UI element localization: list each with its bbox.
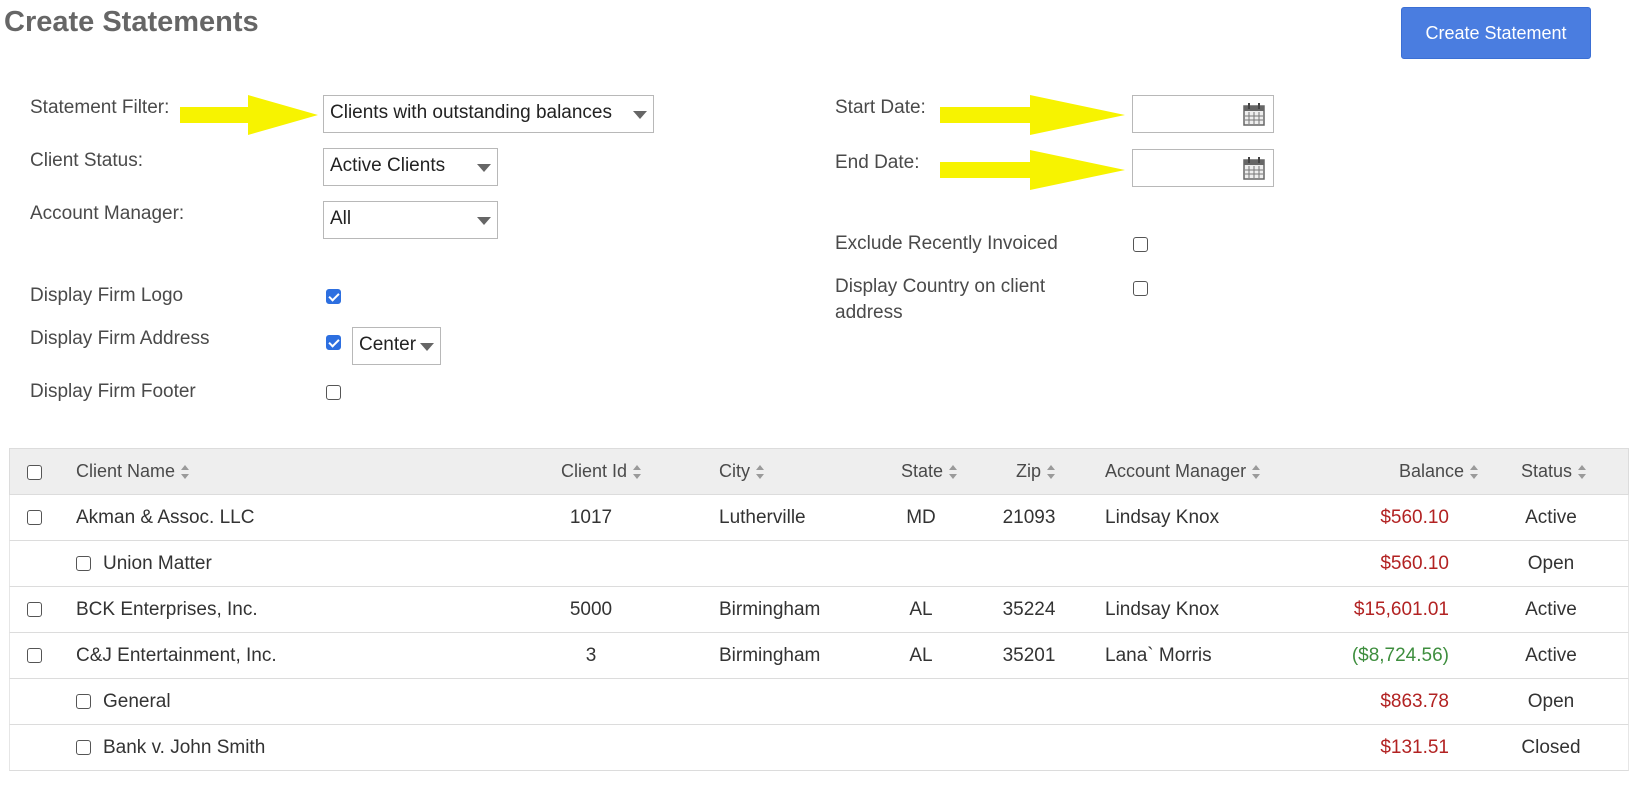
cell-account-manager: Lana` Morris — [1105, 645, 1212, 666]
display-firm-address-checkbox[interactable] — [326, 335, 341, 350]
cell-client-id: 5000 — [569, 599, 613, 620]
firm-address-alignment-select[interactable]: Center — [352, 327, 441, 365]
annotation-arrow — [180, 95, 318, 135]
display-country-checkbox[interactable] — [1133, 281, 1148, 296]
cell-status: Active — [1525, 507, 1577, 528]
annotation-arrow — [940, 150, 1125, 190]
client-status-label: Client Status: — [30, 150, 143, 171]
display-firm-footer-checkbox[interactable] — [326, 385, 341, 400]
display-firm-logo-checkbox[interactable] — [326, 289, 341, 304]
create-statement-button[interactable]: Create Statement — [1401, 7, 1591, 59]
cell-zip: 21093 — [1002, 507, 1056, 528]
sort-icon — [1047, 465, 1056, 480]
cell-state: AL — [909, 645, 933, 666]
cell-zip: 35224 — [1002, 599, 1056, 620]
account-manager-select[interactable]: All — [323, 201, 498, 239]
client-status-value: Active Clients — [330, 155, 446, 176]
row-checkbox[interactable] — [27, 648, 42, 663]
calendar-icon[interactable] — [1243, 156, 1265, 180]
row-checkbox[interactable] — [76, 556, 91, 571]
cell-balance: $863.78 — [1380, 691, 1449, 712]
display-country-label: Display Country on client address — [835, 276, 1046, 323]
cell-balance: $15,601.01 — [1353, 599, 1449, 620]
display-firm-footer-label: Display Firm Footer — [30, 381, 196, 402]
cell-city: Lutherville — [719, 507, 806, 528]
chevron-down-icon — [633, 111, 647, 119]
exclude-recently-invoiced-label: Exclude Recently Invoiced — [835, 233, 1058, 254]
cell-client-id: 1017 — [569, 507, 613, 528]
cell-status: Active — [1525, 599, 1577, 620]
annotation-arrow — [940, 95, 1125, 135]
sort-icon — [756, 465, 765, 480]
table-subrow[interactable]: Bank v. John Smith $131.51 Closed — [9, 725, 1629, 771]
page-title: Create Statements — [4, 6, 259, 38]
cell-client-name: BCK Enterprises, Inc. — [76, 599, 258, 620]
cell-balance: $560.10 — [1380, 507, 1449, 528]
cell-client-name: C&J Entertainment, Inc. — [76, 645, 277, 666]
cell-zip: 35201 — [1002, 645, 1056, 666]
cell-client-name: Union Matter — [103, 553, 212, 574]
sort-icon — [1578, 465, 1587, 480]
row-checkbox[interactable] — [76, 740, 91, 755]
table-row[interactable]: Akman & Assoc. LLC 1017 Lutherville MD 21093… — [9, 495, 1629, 541]
row-checkbox[interactable] — [27, 602, 42, 617]
statement-filter-select[interactable]: Clients with outstanding balances — [323, 95, 654, 133]
chevron-down-icon — [477, 164, 491, 172]
account-manager-label: Account Manager: — [30, 203, 185, 224]
cell-status: Open — [1527, 691, 1575, 712]
col-zip[interactable]: Zip — [1016, 461, 1056, 482]
display-firm-address-label: Display Firm Address — [30, 328, 210, 349]
end-date-input[interactable] — [1132, 149, 1274, 187]
cell-account-manager: Lindsay Knox — [1105, 507, 1220, 528]
statement-filter-value: Clients with outstanding balances — [330, 102, 613, 123]
sort-icon — [949, 465, 958, 480]
col-status[interactable]: Status — [1521, 461, 1587, 482]
col-account-manager[interactable]: Account Manager — [1105, 461, 1261, 482]
sort-icon — [1470, 465, 1479, 480]
table-header: Client Name Client Id City State Zip Acc… — [9, 448, 1629, 495]
cell-account-manager: Lindsay Knox — [1105, 599, 1220, 620]
cell-state: MD — [906, 507, 936, 528]
cell-city: Birmingham — [719, 645, 821, 666]
chevron-down-icon — [477, 217, 491, 225]
cell-status: Open — [1527, 553, 1575, 574]
table-subrow[interactable]: Union Matter $560.10 Open — [9, 541, 1629, 587]
sort-icon — [1252, 465, 1261, 480]
client-status-select[interactable]: Active Clients — [323, 148, 498, 186]
cell-client-name: Bank v. John Smith — [103, 737, 266, 758]
cell-city: Birmingham — [719, 599, 821, 620]
cell-client-id: 3 — [585, 645, 597, 666]
cell-state: AL — [909, 599, 933, 620]
table-subrow[interactable]: General $863.78 Open — [9, 679, 1629, 725]
sort-icon — [633, 465, 642, 480]
select-all-checkbox[interactable] — [27, 465, 42, 480]
calendar-icon[interactable] — [1243, 102, 1265, 126]
col-city[interactable]: City — [719, 461, 765, 482]
cell-status: Active — [1525, 645, 1577, 666]
account-manager-value: All — [330, 208, 352, 229]
col-state[interactable]: State — [901, 461, 958, 482]
start-date-label: Start Date: — [835, 97, 926, 118]
table-row[interactable]: C&J Entertainment, Inc. 3 Birmingham AL 3520… — [9, 633, 1629, 679]
end-date-label: End Date: — [835, 152, 920, 173]
col-client-id[interactable]: Client Id — [561, 461, 642, 482]
start-date-input[interactable] — [1132, 95, 1274, 133]
cell-client-name: Akman & Assoc. LLC — [76, 507, 255, 528]
cell-status: Closed — [1521, 737, 1581, 758]
col-balance[interactable]: Balance — [1399, 461, 1479, 482]
row-checkbox[interactable] — [76, 694, 91, 709]
exclude-recently-invoiced-checkbox[interactable] — [1133, 237, 1148, 252]
statement-filter-label: Statement Filter: — [30, 97, 170, 118]
cell-balance: $131.51 — [1380, 737, 1449, 758]
chevron-down-icon — [420, 343, 434, 351]
sort-icon — [181, 465, 190, 480]
firm-address-alignment-value: Center — [359, 334, 417, 355]
cell-balance: ($8,724.56) — [1351, 645, 1449, 666]
cell-client-name: General — [103, 691, 171, 712]
display-firm-logo-label: Display Firm Logo — [30, 285, 184, 306]
col-client-name[interactable]: Client Name — [76, 461, 190, 482]
row-checkbox[interactable] — [27, 510, 42, 525]
cell-balance: $560.10 — [1380, 553, 1449, 574]
table-row[interactable]: BCK Enterprises, Inc. 5000 Birmingham AL 352… — [9, 587, 1629, 633]
